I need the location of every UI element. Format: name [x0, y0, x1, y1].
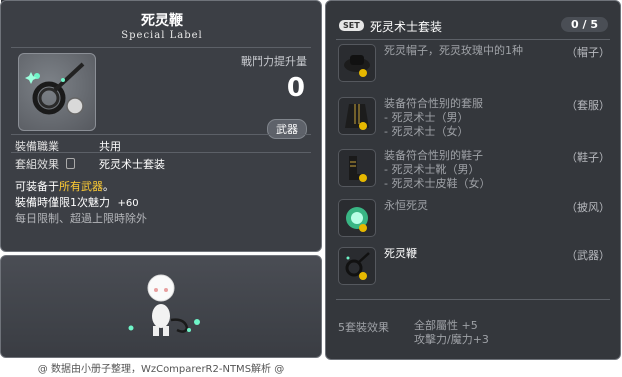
set-effect-line: 全部屬性 +5: [414, 319, 478, 332]
set-count: 0 / 5: [561, 17, 608, 32]
equip-prefix: 可装备于: [15, 180, 59, 193]
divider: [11, 152, 311, 153]
category-badge: 武器: [267, 119, 307, 139]
item-name: 死灵鞭: [141, 13, 183, 29]
character-preview-panel: [0, 255, 322, 358]
equip-line: 可装备于所有武器。: [15, 178, 114, 194]
set-item-text: 死灵鞭: [384, 247, 417, 260]
charm-value: +60: [117, 198, 139, 209]
set-item-text: 死灵帽子，死灵玫瑰中的1种: [384, 44, 523, 57]
set-item-type: （披风）: [566, 201, 610, 214]
limit-line: 每日限制、超過上限時除外: [15, 212, 147, 225]
set-item-text: 装备符合性别的鞋子 - 死灵术士靴（男） - 死灵术士皮鞋（女）: [384, 149, 491, 190]
set-item-cape: 永恒死灵 （披风）: [338, 199, 610, 239]
cape-icon: [338, 199, 376, 237]
set-item-text: 装备符合性别的套服 - 死灵术士（男） - 死灵术士（女）: [384, 97, 483, 138]
set-item-weapon: 死灵鞭 （武器）: [338, 247, 610, 287]
set-info-panel: SET 死灵术士套装 0 / 5 死灵帽子，死灵玫瑰中的1种 （帽子） 装备符合…: [325, 0, 621, 360]
charm-line: 裝備時僅限1次魅力 +60: [15, 194, 139, 210]
set-effect-value: 死灵术士套装: [99, 158, 165, 171]
set-item-shoes: 装备符合性别的鞋子 - 死灵术士靴（男） - 死灵术士皮鞋（女） （鞋子）: [338, 149, 610, 193]
whip-icon: [25, 62, 85, 115]
set-effect-label: 套組效果: [15, 158, 59, 171]
item-subtitle: Special Label: [121, 30, 203, 41]
set-effect-count: 5套裝效果: [338, 321, 389, 334]
set-effect-row: 套組效果 死灵术士套装: [15, 156, 315, 172]
shoes-icon: [338, 149, 376, 187]
divider: [11, 47, 311, 48]
hat-icon: [338, 44, 376, 82]
lock-icon: [65, 158, 75, 169]
divider: [11, 134, 311, 135]
item-icon-frame: [18, 53, 96, 131]
charm-text: 裝備時僅限1次魅力: [15, 196, 110, 209]
set-item-type: （武器）: [566, 249, 610, 262]
set-item-hat: 死灵帽子，死灵玫瑰中的1种 （帽子）: [338, 44, 610, 84]
equip-suffix: 。: [103, 180, 114, 193]
set-item-type: （帽子）: [566, 46, 610, 59]
power-label: 戰鬥力提升量: [241, 55, 307, 68]
character-avatar: [128, 274, 200, 336]
set-item-type: （套服）: [566, 99, 610, 112]
divider: [336, 299, 610, 300]
equip-highlight: 所有武器: [59, 180, 103, 193]
whip-icon: [338, 247, 376, 285]
set-item-suit: 装备符合性别的套服 - 死灵术士（男） - 死灵术士（女） （套服）: [338, 97, 610, 141]
set-tag-badge: SET: [339, 20, 364, 31]
set-effect-line: 攻擊力/魔力+3: [414, 333, 489, 346]
set-effect-lines: 全部屬性 +5 攻擊力/魔力+3: [414, 319, 489, 347]
power-value: 0: [286, 73, 305, 103]
suit-icon: [338, 97, 376, 135]
set-item-type: （鞋子）: [566, 151, 610, 164]
item-tooltip-panel: 死灵鞭 Special Label 戰鬥力提升量 0 武器 裝備職業 共用 套組…: [0, 0, 322, 252]
footer-credit: @ 数据由小册子整理，WzComparerR2-NTMS解析 @: [37, 364, 285, 375]
set-name: 死灵术士套装: [370, 20, 443, 34]
divider: [336, 39, 610, 40]
set-item-text: 永恒死灵: [384, 199, 428, 212]
